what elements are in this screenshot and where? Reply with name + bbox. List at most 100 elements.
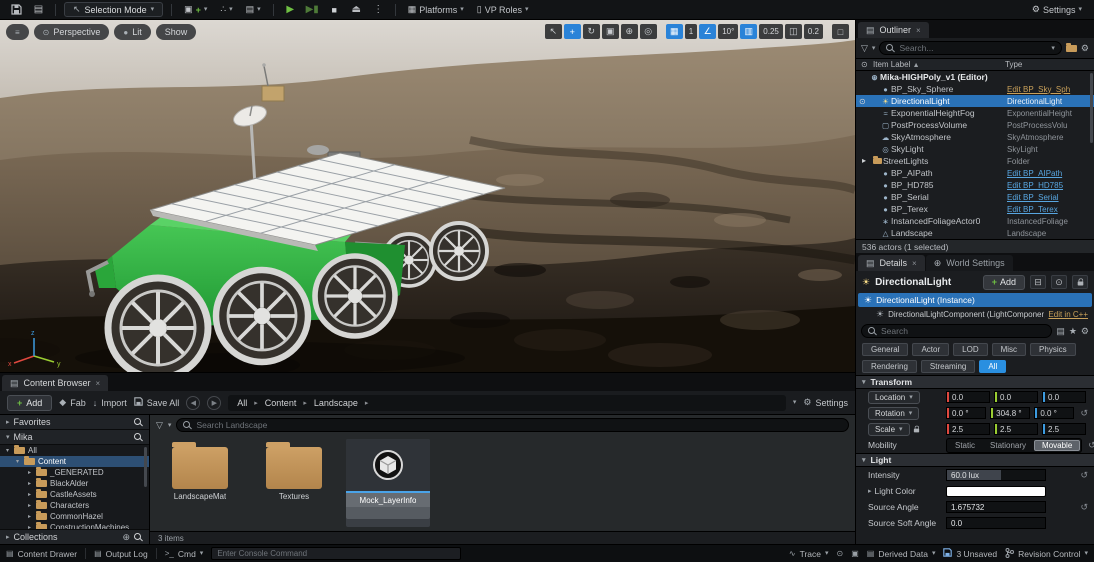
play-options-kebab[interactable]: ⋮: [370, 2, 387, 17]
perspective-dropdown[interactable]: ⊙ Perspective: [33, 24, 110, 40]
reset-icon[interactable]: ↺: [1080, 502, 1088, 513]
scale-z-field[interactable]: 2.5: [1042, 423, 1086, 435]
outliner-row[interactable]: ∗ InstancedFoliageActor0 InstancedFoliag…: [856, 215, 1094, 227]
outliner-row[interactable]: ● BP_Sky_Sphere Edit BP_Sky_Sph: [856, 83, 1094, 95]
scale-y-field[interactable]: 2.5: [994, 423, 1038, 435]
tree-item-commonhazel[interactable]: ▸ CommonHazel: [0, 511, 149, 522]
scale-x-field[interactable]: 2.5: [946, 423, 990, 435]
outliner-row[interactable]: ● BP_Serial Edit BP_Serial: [856, 191, 1094, 203]
add-actor-dropdown[interactable]: ▣ + ▾: [180, 2, 211, 17]
filter-icon[interactable]: ▽: [861, 43, 868, 54]
blueprints-dropdown[interactable]: ∴ ▾: [216, 2, 236, 17]
platforms-dropdown[interactable]: ▦ Platforms ▾: [404, 2, 468, 17]
component-row[interactable]: ☀ DirectionalLightComponent (LightCompon…: [856, 307, 1094, 321]
type-column[interactable]: Type: [1005, 60, 1089, 69]
outliner-row[interactable]: △ Landscape Landscape: [856, 227, 1094, 239]
rotation-snap-button[interactable]: ∠: [699, 24, 717, 39]
tree-item-blackalder[interactable]: ▸ BlackAlder: [0, 478, 149, 489]
breadcrumb-all[interactable]: All: [237, 398, 247, 408]
cycle-icon[interactable]: ⊙: [1051, 275, 1067, 289]
eye-icon[interactable]: ⊙: [859, 97, 869, 106]
search-icon[interactable]: [134, 432, 143, 442]
asset-search-box[interactable]: [176, 418, 849, 432]
import-button[interactable]: ↓ Import: [93, 398, 127, 408]
details-search-input[interactable]: [881, 326, 1046, 336]
close-icon[interactable]: ×: [912, 259, 917, 268]
expand-arrow-icon[interactable]: ▸: [26, 502, 33, 509]
new-folder-icon[interactable]: [1065, 42, 1077, 52]
tree-item-characters[interactable]: ▸ Characters: [0, 500, 149, 511]
rotation-snap-value[interactable]: 10°: [718, 24, 739, 39]
search-icon[interactable]: [134, 532, 143, 542]
expand-arrow-icon[interactable]: ▸: [26, 469, 33, 476]
close-icon[interactable]: ×: [916, 26, 921, 35]
favorites-section[interactable]: ▸ Favorites: [0, 415, 149, 430]
console-input-box[interactable]: [211, 547, 462, 560]
expand-arrow-icon[interactable]: ▸: [26, 491, 33, 498]
folder-tile-textures[interactable]: Textures: [252, 439, 336, 527]
tree-item-content[interactable]: ▾ Content: [0, 456, 149, 467]
edit-blueprint-link[interactable]: Edit BP_AIPath: [1007, 169, 1091, 178]
location-x-field[interactable]: 0.0: [946, 391, 990, 403]
mobility-stationary-option[interactable]: Stationary: [983, 440, 1033, 451]
tab-outliner[interactable]: ▤ Outliner ×: [858, 22, 929, 38]
light-section-header[interactable]: ▾ Light: [856, 453, 1094, 467]
save-icon[interactable]: [8, 2, 25, 17]
camera-speed-button[interactable]: ◫: [784, 24, 802, 39]
collapse-arrow-icon[interactable]: ▾: [14, 458, 21, 465]
play-button[interactable]: ▶: [282, 2, 299, 17]
outliner-search-box[interactable]: ▾: [879, 41, 1062, 55]
fab-button[interactable]: ◆ Fab: [59, 397, 85, 408]
tab-content-browser[interactable]: ▤ Content Browser ×: [2, 375, 109, 391]
show-dropdown[interactable]: Show: [155, 24, 197, 40]
eject-button[interactable]: ⏏: [348, 2, 365, 17]
content-browser-settings-button[interactable]: ⚙ Settings: [803, 397, 848, 408]
world-coordinate-button[interactable]: ⊕: [620, 24, 638, 39]
collections-section[interactable]: ▸ Collections ⊕: [0, 529, 149, 544]
expand-arrow-icon[interactable]: ▸: [26, 513, 33, 520]
filter-icon[interactable]: ▽: [156, 420, 163, 431]
edit-blueprint-link[interactable]: Edit BP_Serial: [1007, 193, 1091, 202]
scale-tool-button[interactable]: ▣: [601, 24, 619, 39]
reset-icon[interactable]: ↺: [1080, 470, 1088, 481]
star-icon[interactable]: ★: [1069, 326, 1077, 337]
outliner-row[interactable]: ● BP_Terex Edit BP_Terex: [856, 203, 1094, 215]
grid-snap-button[interactable]: ▦: [665, 24, 683, 39]
derived-data-dropdown[interactable]: ▤ Derived Data ▾: [867, 549, 936, 559]
outliner-row[interactable]: ☁ SkyAtmosphere SkyAtmosphere: [856, 131, 1094, 143]
chip-general[interactable]: General: [862, 343, 909, 356]
tree-item-constructionmachines[interactable]: ▸ ConstructionMachines: [0, 522, 149, 529]
insights-icon[interactable]: ⊙: [837, 549, 844, 558]
level-viewport[interactable]: ≡ ⊙ Perspective ● Lit Show ↖ + ↻ ▣ ⊕ ◎ ▦…: [0, 20, 855, 372]
messages-icon[interactable]: ▣: [851, 549, 859, 558]
collapse-arrow-icon[interactable]: ▾: [4, 447, 11, 454]
scale-dropdown[interactable]: Scale ▾: [868, 422, 910, 436]
chip-actor[interactable]: Actor: [912, 343, 950, 356]
lit-dropdown[interactable]: ● Lit: [114, 24, 151, 40]
outliner-scrollbar[interactable]: [1090, 73, 1093, 143]
details-search-box[interactable]: [861, 324, 1053, 338]
display-options-icon[interactable]: ▤: [1056, 326, 1065, 337]
outliner-search-input[interactable]: [899, 43, 1048, 53]
chip-lod[interactable]: LOD: [953, 343, 988, 356]
move-tool-button[interactable]: +: [563, 24, 581, 39]
edit-blueprint-link[interactable]: Edit BP_Terex: [1007, 205, 1091, 214]
save-all-button[interactable]: Save All: [133, 397, 179, 408]
browse-content-icon[interactable]: ▤: [30, 2, 47, 17]
surface-snap-button[interactable]: ◎: [639, 24, 657, 39]
content-drawer-button[interactable]: ▤ Content Drawer: [6, 549, 77, 559]
rotation-y-field[interactable]: 304.8 °: [990, 407, 1031, 419]
rotate-tool-button[interactable]: ↻: [582, 24, 600, 39]
chip-streaming[interactable]: Streaming: [920, 360, 976, 373]
rotation-z-field[interactable]: 0.0 °: [1034, 407, 1075, 419]
chip-rendering[interactable]: Rendering: [862, 360, 917, 373]
scale-snap-value[interactable]: 0.25: [759, 24, 783, 39]
add-collection-icon[interactable]: ⊕: [122, 532, 130, 543]
folder-tile-landscapemat[interactable]: LandscapeMat: [158, 439, 242, 527]
gear-icon[interactable]: ⚙: [1081, 43, 1089, 54]
asset-search-input[interactable]: [196, 420, 842, 430]
select-tool-button[interactable]: ↖: [544, 24, 562, 39]
tab-details[interactable]: ▤ Details ×: [858, 255, 925, 271]
expand-arrow-icon[interactable]: ▸: [868, 488, 872, 495]
intensity-field[interactable]: 60.0 lux: [946, 469, 1046, 481]
